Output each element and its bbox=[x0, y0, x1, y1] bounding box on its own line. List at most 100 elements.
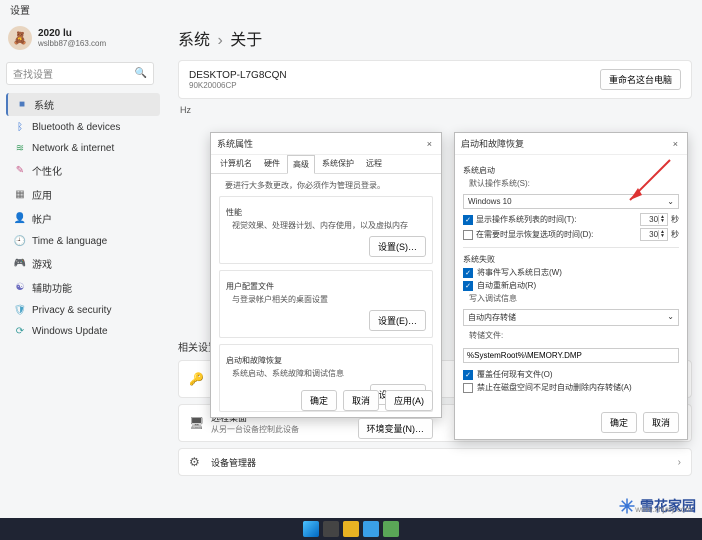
sidebar-item-10[interactable]: ⟳Windows Update bbox=[6, 321, 160, 341]
recovery-time-spinner[interactable]: 30▲▼ bbox=[640, 228, 668, 241]
tab-4[interactable]: 远程 bbox=[361, 155, 387, 173]
rename-pc-button[interactable]: 重命名这台电脑 bbox=[600, 69, 681, 90]
tab-2[interactable]: 高级 bbox=[287, 155, 315, 174]
user-name: 2020 lu bbox=[38, 28, 106, 39]
system-properties-dialog: 系统属性 × 计算机名硬件高级系统保护远程 要进行大多数更改，你必须作为管理员登… bbox=[210, 132, 442, 418]
ok-button[interactable]: 确定 bbox=[301, 390, 337, 411]
failure-section-label: 系统失败 bbox=[463, 254, 679, 265]
perf-settings-button[interactable]: 设置(S)… bbox=[369, 236, 426, 257]
chevron-down-icon: ⌄ bbox=[667, 312, 674, 323]
nav-icon: ≋ bbox=[14, 142, 26, 154]
sidebar-item-3[interactable]: ✎ 个性化 bbox=[6, 159, 160, 182]
nav-icon: 👤 bbox=[14, 213, 26, 225]
perf-title: 性能 bbox=[226, 207, 426, 218]
nav-label: Bluetooth & devices bbox=[32, 122, 120, 133]
nav-icon: ☯ bbox=[14, 282, 26, 294]
nav-icon: ■ bbox=[16, 99, 28, 111]
admin-note: 要进行大多数更改，你必须作为管理员登录。 bbox=[225, 180, 433, 192]
cancel-button[interactable]: 取消 bbox=[343, 390, 379, 411]
breadcrumb: 系统 › 关于 bbox=[178, 26, 692, 50]
snowflake-icon bbox=[618, 497, 636, 515]
tab-1[interactable]: 硬件 bbox=[259, 155, 285, 173]
cancel-button[interactable]: 取消 bbox=[643, 412, 679, 433]
dumpfile-label: 转储文件: bbox=[469, 330, 679, 342]
nav-icon: 🛡 bbox=[14, 304, 26, 316]
related-item-2[interactable]: ⚙设备管理器› bbox=[178, 448, 692, 476]
user-email: wslbb87@163.com bbox=[38, 39, 106, 48]
startup-section-label: 系统启动 bbox=[463, 165, 679, 176]
user-block[interactable]: 🧸 2020 lu wslbb87@163.com bbox=[6, 24, 160, 52]
show-recovery-label: 在需要时显示恢复选项的时间(D): bbox=[476, 229, 637, 240]
apply-button[interactable]: 应用(A) bbox=[385, 390, 433, 411]
nav-label: Time & language bbox=[32, 236, 107, 247]
writelog-checkbox[interactable]: ✓ bbox=[463, 268, 473, 278]
startup-recovery-dialog: 启动和故障恢复 × 系统启动 默认操作系统(S): Windows 10⌄ ✓ … bbox=[454, 132, 688, 440]
show-recovery-checkbox[interactable] bbox=[463, 230, 473, 240]
hz-label: Hz bbox=[180, 105, 692, 115]
perf-desc: 视觉效果、处理器计划、内存使用，以及虚拟内存 bbox=[232, 220, 426, 232]
nav-icon: ▦ bbox=[14, 189, 26, 201]
ok-button[interactable]: 确定 bbox=[601, 412, 637, 433]
debug-label: 写入调试信息 bbox=[469, 293, 679, 305]
profile-title: 用户配置文件 bbox=[226, 281, 426, 292]
avatar: 🧸 bbox=[8, 26, 32, 50]
startup-desc: 系统启动、系统故障和调试信息 bbox=[232, 368, 426, 380]
lowdisk-checkbox[interactable] bbox=[463, 383, 473, 393]
sidebar-item-8[interactable]: ☯ 辅助功能 bbox=[6, 276, 160, 299]
close-icon[interactable]: × bbox=[424, 139, 435, 149]
search-icon: 🔍 bbox=[135, 68, 147, 79]
dialog-title: 系统属性 bbox=[217, 137, 253, 150]
nav-icon: ✎ bbox=[14, 165, 26, 177]
sidebar-item-7[interactable]: 🎮游戏 bbox=[6, 252, 160, 275]
taskbar[interactable] bbox=[0, 518, 702, 540]
sidebar-item-6[interactable]: 🕘Time & language bbox=[6, 231, 160, 251]
device-name: DESKTOP-L7G8CQN bbox=[189, 70, 287, 81]
oslist-time-spinner[interactable]: 30▲▼ bbox=[640, 213, 668, 226]
nav-label: 游戏 bbox=[32, 256, 52, 271]
sidebar-item-5[interactable]: 👤 帐户 bbox=[6, 207, 160, 230]
nav-label: 系统 bbox=[34, 97, 54, 112]
chevron-right-icon: › bbox=[678, 457, 681, 468]
device-card: DESKTOP-L7G8CQN 90K20006CP 重命名这台电脑 bbox=[178, 60, 692, 99]
autorestart-checkbox[interactable]: ✓ bbox=[463, 281, 473, 291]
default-os-label: 默认操作系统(S): bbox=[469, 178, 679, 190]
profile-desc: 与登录帐户相关的桌面设置 bbox=[232, 294, 426, 306]
edge-icon[interactable] bbox=[363, 521, 379, 537]
search-input[interactable]: 查找设置 🔍 bbox=[6, 62, 154, 85]
sidebar-item-4[interactable]: ▦ 应用 bbox=[6, 183, 160, 206]
chevron-down-icon: ⌄ bbox=[667, 197, 674, 206]
nav-label: 帐户 bbox=[32, 211, 52, 226]
profile-settings-button[interactable]: 设置(E)… bbox=[369, 310, 426, 331]
sidebar-item-0[interactable]: ■ 系统 bbox=[6, 93, 160, 116]
startup-title: 启动和故障恢复 bbox=[226, 355, 426, 366]
sidebar-item-1[interactable]: ᛒ Bluetooth & devices bbox=[6, 117, 160, 137]
sidebar: 🧸 2020 lu wslbb87@163.com 查找设置 🔍 ■ 系统 ᛒ Blu… bbox=[0, 20, 160, 520]
dumpfile-input[interactable] bbox=[463, 348, 679, 363]
nav-icon: ᛒ bbox=[14, 121, 26, 133]
nav-icon: ⟳ bbox=[14, 325, 26, 337]
app-icon[interactable] bbox=[383, 521, 399, 537]
start-icon[interactable] bbox=[303, 521, 319, 537]
watermark-url: www.xhjaty.com bbox=[635, 505, 692, 514]
sidebar-item-9[interactable]: 🛡Privacy & security bbox=[6, 300, 160, 320]
related-icon: 🔑 bbox=[189, 372, 203, 386]
nav-label: 应用 bbox=[32, 187, 52, 202]
close-icon[interactable]: × bbox=[670, 139, 681, 149]
nav-label: 个性化 bbox=[32, 163, 62, 178]
default-os-select[interactable]: Windows 10⌄ bbox=[463, 194, 679, 209]
debug-select[interactable]: 自动内存转储⌄ bbox=[463, 309, 679, 326]
dialog-title: 启动和故障恢复 bbox=[461, 137, 524, 150]
explorer-icon[interactable] bbox=[343, 521, 359, 537]
related-icon: ⚙ bbox=[189, 455, 203, 469]
device-model: 90K20006CP bbox=[189, 81, 287, 90]
nav-label: 辅助功能 bbox=[32, 280, 72, 295]
related-icon: 🖥 bbox=[189, 416, 203, 430]
overwrite-checkbox[interactable]: ✓ bbox=[463, 370, 473, 380]
env-vars-button[interactable]: 环境变量(N)… bbox=[358, 418, 434, 439]
tab-0[interactable]: 计算机名 bbox=[215, 155, 257, 173]
show-oslist-checkbox[interactable]: ✓ bbox=[463, 215, 473, 225]
taskview-icon[interactable] bbox=[323, 521, 339, 537]
nav-label: Network & internet bbox=[32, 143, 114, 154]
tab-3[interactable]: 系统保护 bbox=[317, 155, 359, 173]
sidebar-item-2[interactable]: ≋ Network & internet bbox=[6, 138, 160, 158]
